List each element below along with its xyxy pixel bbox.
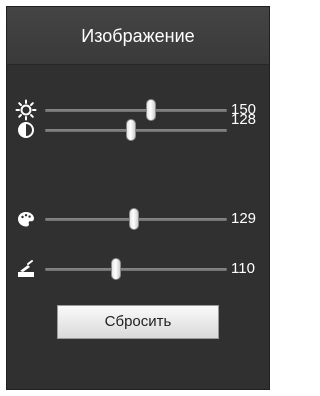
sharpness-edit-icon [15, 258, 37, 280]
contrast-row: 128 [7, 111, 269, 151]
contrast-value: 128 [231, 111, 257, 128]
saturation-slider-track[interactable] [45, 208, 227, 230]
contrast-slider-thumb[interactable] [125, 119, 136, 141]
sharpness-slider-track[interactable] [45, 258, 227, 280]
image-settings-panel: Изображение 150 128 129 110 Сбросить [6, 6, 270, 390]
saturation-row: 129 [7, 200, 269, 240]
saturation-slider-thumb[interactable] [129, 208, 140, 230]
panel-title: Изображение [7, 7, 269, 65]
reset-button[interactable]: Сбросить [57, 305, 219, 339]
sharpness-row: 110 [7, 250, 269, 290]
saturation-value: 129 [231, 210, 257, 227]
contrast-half-circle-icon [15, 119, 37, 141]
sharpness-value: 110 [231, 260, 255, 277]
contrast-slider-track[interactable] [45, 119, 227, 141]
color-palette-icon [15, 208, 37, 230]
sharpness-slider-thumb[interactable] [110, 258, 121, 280]
